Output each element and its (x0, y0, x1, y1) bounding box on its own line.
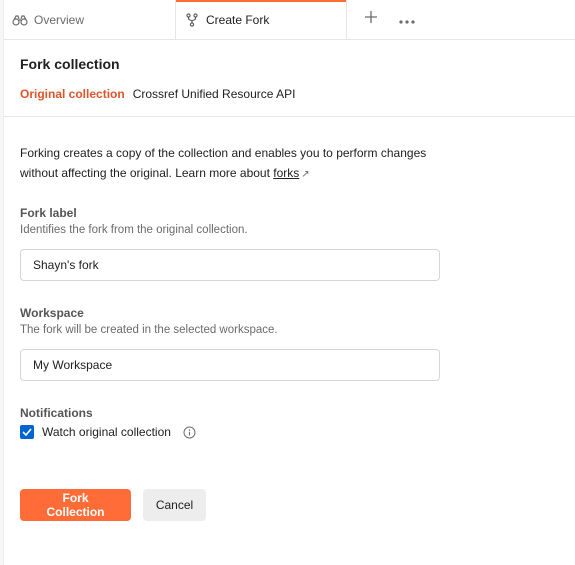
tab-actions (347, 0, 425, 39)
tab-overview-label: Overview (34, 12, 85, 27)
watch-collection-label: Watch original collection (42, 425, 171, 439)
forks-link[interactable]: forks (273, 166, 299, 180)
ellipsis-icon (399, 11, 415, 29)
cancel-button[interactable]: Cancel (143, 489, 206, 521)
tab-overview[interactable]: Overview (4, 0, 176, 39)
page-title: Fork collection (20, 56, 120, 72)
description-text: Forking creates a copy of the collection… (20, 146, 427, 180)
watch-collection-row: Watch original collection (20, 425, 196, 439)
binoculars-icon (12, 12, 28, 28)
external-link-icon: ↗ (301, 169, 310, 180)
create-fork-panel: Overview Create Fork Fork collection Ori… (0, 0, 575, 565)
workspace-heading: Workspace (20, 306, 84, 320)
info-icon[interactable] (183, 426, 196, 439)
fork-label-input[interactable] (20, 249, 440, 281)
fork-label-help: Identifies the fork from the original co… (20, 224, 248, 236)
workspace-help: The fork will be created in the selected… (20, 324, 278, 336)
fork-icon (184, 12, 200, 28)
workspace-select[interactable] (20, 349, 440, 381)
notifications-heading: Notifications (20, 406, 93, 420)
checkmark-icon (22, 428, 32, 436)
new-tab-button[interactable] (353, 0, 389, 40)
original-collection-value: Crossref Unified Resource API (132, 87, 296, 101)
tab-bar: Overview Create Fork (4, 0, 575, 40)
divider (4, 116, 575, 117)
left-edge (0, 0, 4, 565)
more-tabs-button[interactable] (389, 0, 425, 40)
watch-collection-checkbox[interactable] (20, 425, 34, 439)
fork-label-heading: Fork label (20, 206, 77, 220)
fork-description: Forking creates a copy of the collection… (20, 143, 440, 185)
original-collection-label: Original collection (20, 87, 125, 101)
original-collection-row: Original collection Crossref Unified Res… (20, 87, 295, 101)
tab-create-fork[interactable]: Create Fork (176, 0, 347, 39)
fork-collection-button[interactable]: Fork Collection (20, 489, 131, 521)
plus-icon (364, 10, 378, 29)
tab-create-fork-label: Create Fork (206, 12, 270, 27)
